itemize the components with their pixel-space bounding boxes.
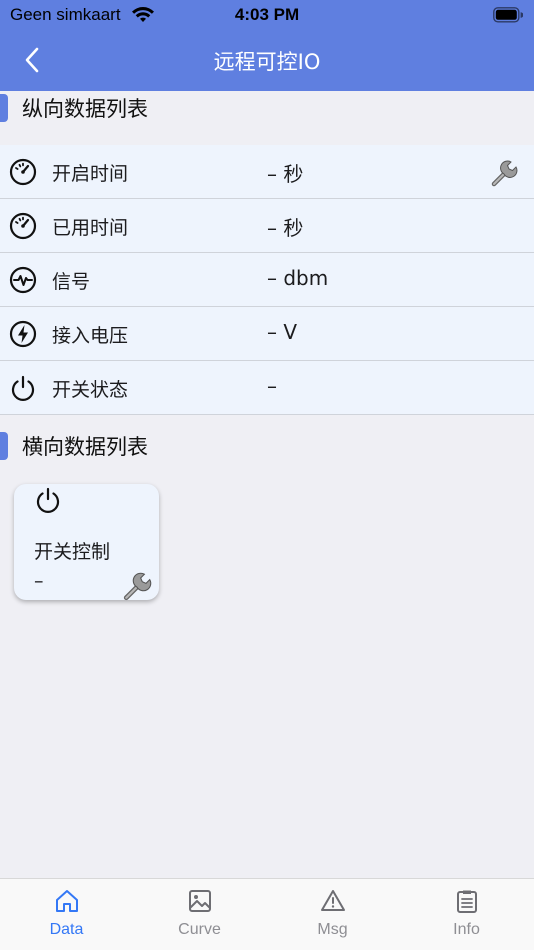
battery-icon: [493, 7, 523, 23]
tab-data[interactable]: Data: [0, 879, 133, 950]
row-label: 接入电压: [52, 325, 129, 347]
list-row-voltage[interactable]: 接入电压 – V: [0, 307, 534, 361]
list-row-signal[interactable]: 信号 – dbm: [0, 253, 534, 307]
horizontal-section-title: 横向数据列表: [22, 435, 148, 459]
row-label: 开关状态: [52, 379, 129, 401]
list-row-used-time[interactable]: 已用时间 – 秒: [0, 199, 534, 253]
wrench-icon[interactable]: [490, 158, 520, 188]
image-icon: [189, 890, 211, 912]
vertical-section-title: 纵向数据列表: [22, 97, 148, 121]
card-value: –: [34, 570, 44, 592]
tab-msg[interactable]: Msg: [266, 879, 399, 950]
list-row-open-time[interactable]: 开启时间 – 秒: [0, 145, 534, 199]
clipboard-icon: [457, 890, 477, 913]
row-value: – V: [267, 320, 298, 344]
section-accent-bar: [0, 94, 8, 122]
clock: 4:03 PM: [234, 5, 300, 24]
power-icon: [36, 487, 60, 513]
tab-bar: Data Curve Msg Info: [0, 878, 534, 950]
tab-info[interactable]: Info: [400, 879, 533, 950]
wrench-icon[interactable]: [122, 570, 154, 602]
house-icon: [56, 890, 78, 912]
tab-label: Msg: [317, 921, 348, 938]
row-value: – 秒: [267, 162, 304, 186]
row-value: –: [267, 374, 277, 398]
row-value: – 秒: [267, 216, 304, 240]
row-label: 已用时间: [52, 217, 129, 239]
tab-curve[interactable]: Curve: [133, 879, 266, 950]
switch-control-card[interactable]: 开关控制 –: [14, 484, 159, 602]
gauge-icon: [9, 212, 37, 240]
warning-icon: [321, 890, 345, 911]
list-row-switch-state[interactable]: 开关状态 –: [0, 361, 534, 415]
section-accent-bar: [0, 432, 8, 460]
vertical-section-header: 纵向数据列表: [0, 91, 534, 125]
signal-pulse-icon: [9, 266, 37, 294]
status-bar: Geen simkaart 4:03 PM: [0, 0, 534, 30]
lightning-icon: [9, 320, 37, 348]
horizontal-section-header: 横向数据列表: [0, 429, 534, 463]
power-icon: [11, 375, 35, 401]
vertical-data-list: 开启时间 – 秒 已用时间 – 秒 信号 – dbm 接入电压 – V 开关状态…: [0, 145, 534, 415]
row-value: – dbm: [267, 266, 329, 290]
row-label: 信号: [52, 271, 91, 293]
page-title: 远程可控IO: [213, 50, 321, 74]
gauge-icon: [9, 158, 37, 186]
tab-label: Curve: [178, 921, 221, 938]
tab-label: Data: [49, 921, 84, 938]
tab-label: Info: [453, 921, 480, 938]
card-label: 开关控制: [34, 541, 111, 563]
top-bar: Geen simkaart 4:03 PM 远程可控IO: [0, 0, 534, 91]
row-label: 开启时间: [52, 163, 129, 185]
